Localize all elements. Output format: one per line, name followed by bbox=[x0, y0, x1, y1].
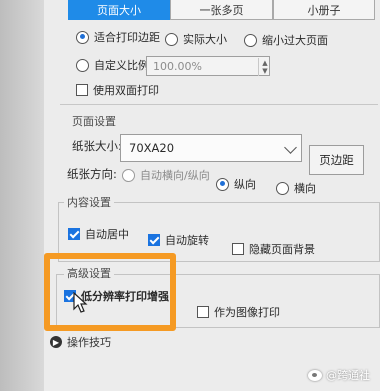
checkbox-icon bbox=[232, 243, 244, 255]
orientation-landscape[interactable]: 横向 bbox=[276, 180, 316, 196]
divider bbox=[60, 104, 378, 105]
checkbox-icon bbox=[148, 234, 160, 246]
orientation-auto[interactable]: 自动横向/纵向 bbox=[122, 167, 210, 183]
section-page-setup: 页面设置 bbox=[72, 115, 116, 128]
watermark-text: @跨通社 bbox=[326, 369, 370, 382]
orientation-auto-label: 自动横向/纵向 bbox=[140, 169, 210, 182]
option-shrink-large-label: 缩小过大页面 bbox=[262, 34, 328, 47]
orientation-portrait[interactable]: 纵向 bbox=[216, 176, 256, 192]
spin-down-icon: ▼ bbox=[262, 67, 268, 75]
percent-spinner[interactable]: ▲ ▼ bbox=[258, 58, 271, 76]
mouse-pointer-icon bbox=[73, 292, 88, 313]
play-icon: ▶ bbox=[50, 336, 62, 348]
option-custom-scale-label: 自定义比例 bbox=[94, 59, 149, 72]
radio-icon bbox=[216, 177, 229, 191]
screen-background: 页面大小 一张多页 小册子 适合打印边距 实际大小 缩小过大页面 自定义比例 1… bbox=[0, 0, 380, 391]
chevron-down-icon bbox=[284, 141, 297, 154]
margins-button[interactable]: 页边距 bbox=[309, 145, 364, 175]
weibo-icon bbox=[308, 369, 322, 381]
auto-center-option[interactable]: 自动居中 bbox=[68, 226, 129, 242]
watermark: @跨通社 bbox=[308, 367, 370, 383]
radio-icon bbox=[276, 181, 289, 195]
paper-size-label: 纸张大小: bbox=[72, 139, 122, 153]
tab-booklet[interactable]: 小册子 bbox=[273, 0, 375, 20]
tab-page-size[interactable]: 页面大小 bbox=[68, 0, 170, 20]
orientation-portrait-label: 纵向 bbox=[234, 178, 256, 191]
option-fit-margins[interactable]: 适合打印边距 bbox=[76, 29, 160, 45]
left-edge-shadow bbox=[0, 0, 44, 391]
checkbox-icon bbox=[197, 306, 209, 318]
spin-up-icon: ▲ bbox=[262, 59, 268, 67]
print-as-image-label: 作为图像打印 bbox=[214, 306, 280, 319]
duplex-label: 使用双面打印 bbox=[93, 84, 159, 97]
option-shrink-large[interactable]: 缩小过大页面 bbox=[244, 32, 328, 48]
checkbox-icon bbox=[68, 228, 80, 240]
option-custom-scale[interactable]: 自定义比例 bbox=[76, 57, 149, 73]
orientation-landscape-label: 横向 bbox=[294, 182, 316, 195]
hide-background-option[interactable]: 隐藏页面背景 bbox=[232, 241, 315, 257]
auto-rotate-option[interactable]: 自动旋转 bbox=[148, 232, 209, 248]
orientation-label: 纸张方向: bbox=[67, 167, 117, 181]
radio-icon bbox=[76, 58, 89, 72]
auto-rotate-label: 自动旋转 bbox=[165, 234, 209, 247]
tips-link[interactable]: ▶ 操作技巧 bbox=[50, 334, 111, 350]
hide-background-label: 隐藏页面背景 bbox=[249, 243, 315, 256]
tabs-bar: 页面大小 一张多页 小册子 bbox=[68, 0, 380, 22]
print-as-image-option[interactable]: 作为图像打印 bbox=[197, 304, 280, 320]
tab-multiple-pages[interactable]: 一张多页 bbox=[170, 0, 273, 20]
tips-label: 操作技巧 bbox=[67, 336, 111, 349]
section-content-setup: 内容设置 bbox=[64, 194, 114, 210]
paper-size-value: 70XA20 bbox=[129, 141, 175, 155]
auto-center-label: 自动居中 bbox=[85, 228, 129, 241]
radio-icon bbox=[76, 30, 89, 44]
option-actual-size-label: 实际大小 bbox=[183, 33, 227, 46]
scale-percent-value: 100.00% bbox=[153, 59, 202, 73]
option-actual-size[interactable]: 实际大小 bbox=[165, 31, 227, 47]
option-fit-margins-label: 适合打印边距 bbox=[94, 31, 160, 44]
radio-icon bbox=[244, 33, 257, 47]
checkbox-icon bbox=[76, 84, 88, 96]
radio-icon bbox=[122, 168, 135, 182]
scale-percent-input[interactable]: 100.00% bbox=[146, 56, 270, 76]
paper-size-select[interactable]: 70XA20 bbox=[120, 134, 302, 162]
duplex-option[interactable]: 使用双面打印 bbox=[76, 82, 159, 98]
highlight-box bbox=[44, 253, 176, 331]
radio-icon bbox=[165, 32, 178, 46]
